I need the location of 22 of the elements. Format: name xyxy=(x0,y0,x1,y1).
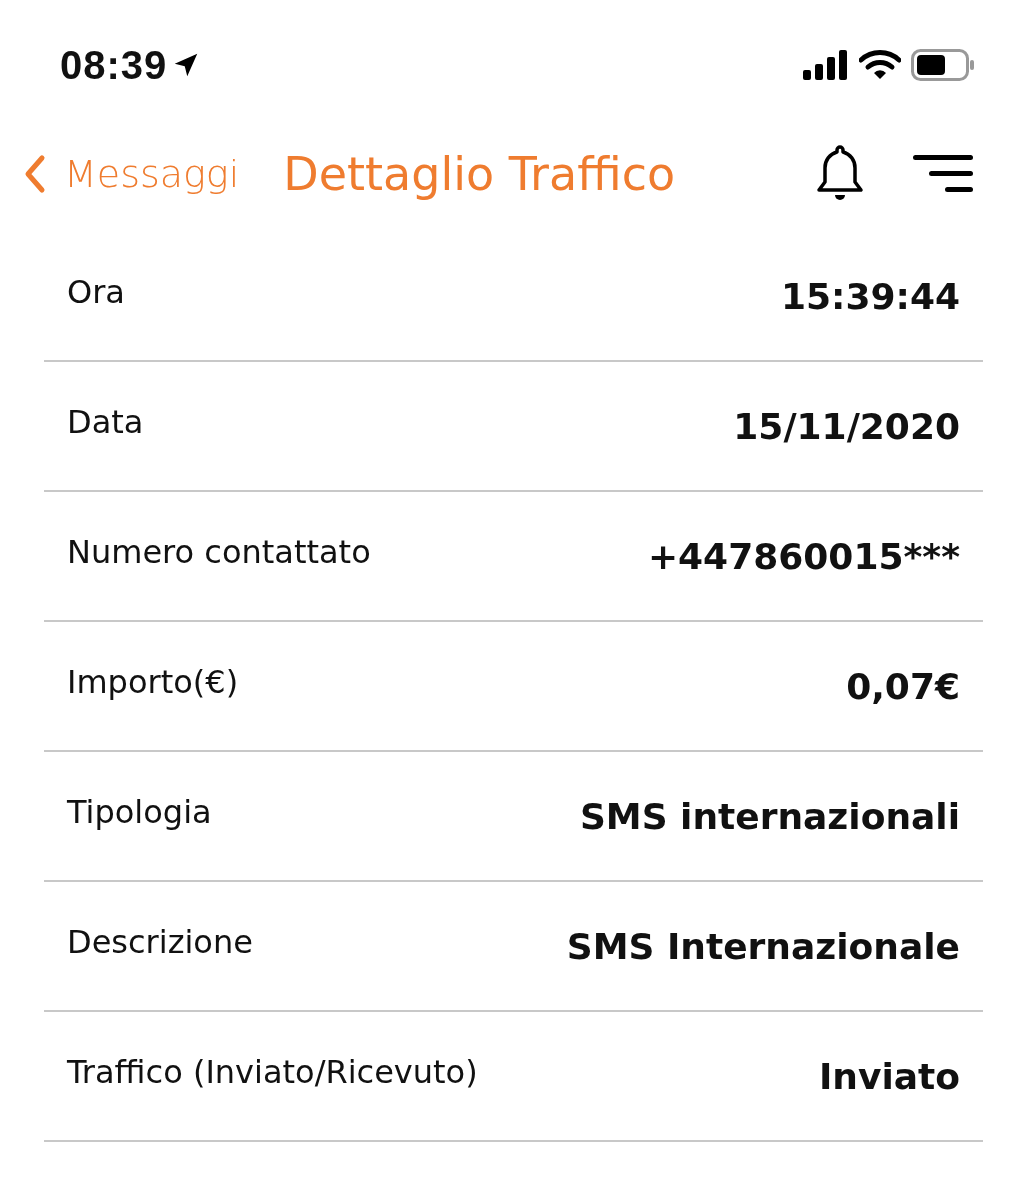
status-time: 08:39 xyxy=(60,42,168,88)
detail-value: 0,07€ xyxy=(846,665,960,707)
page-title: Dettaglio Traffico xyxy=(283,147,677,201)
detail-value: 15/11/2020 xyxy=(733,405,960,447)
wifi-icon xyxy=(859,49,901,81)
detail-value: SMS internazionali xyxy=(579,795,960,837)
detail-value: +447860015*** xyxy=(647,535,960,577)
detail-label: Tipologia xyxy=(67,793,212,831)
detail-label: Importo(€) xyxy=(67,663,239,701)
chevron-left-icon xyxy=(24,154,46,194)
detail-label: Ora xyxy=(67,273,125,311)
detail-label: Data xyxy=(67,403,144,441)
detail-value: Inviato xyxy=(818,1055,960,1097)
detail-label: Numero contattato xyxy=(67,533,371,571)
detail-label: Traffico (Inviato/Ricevuto) xyxy=(67,1053,478,1091)
signal-icon xyxy=(803,50,849,80)
back-button[interactable]: Messaggi xyxy=(24,152,240,196)
detail-label: Descrizione xyxy=(67,923,253,961)
battery-icon xyxy=(911,49,975,81)
detail-value: 15:39:44 xyxy=(780,275,960,317)
detail-value: SMS Internazionale xyxy=(566,925,960,967)
menu-icon[interactable] xyxy=(913,153,973,195)
